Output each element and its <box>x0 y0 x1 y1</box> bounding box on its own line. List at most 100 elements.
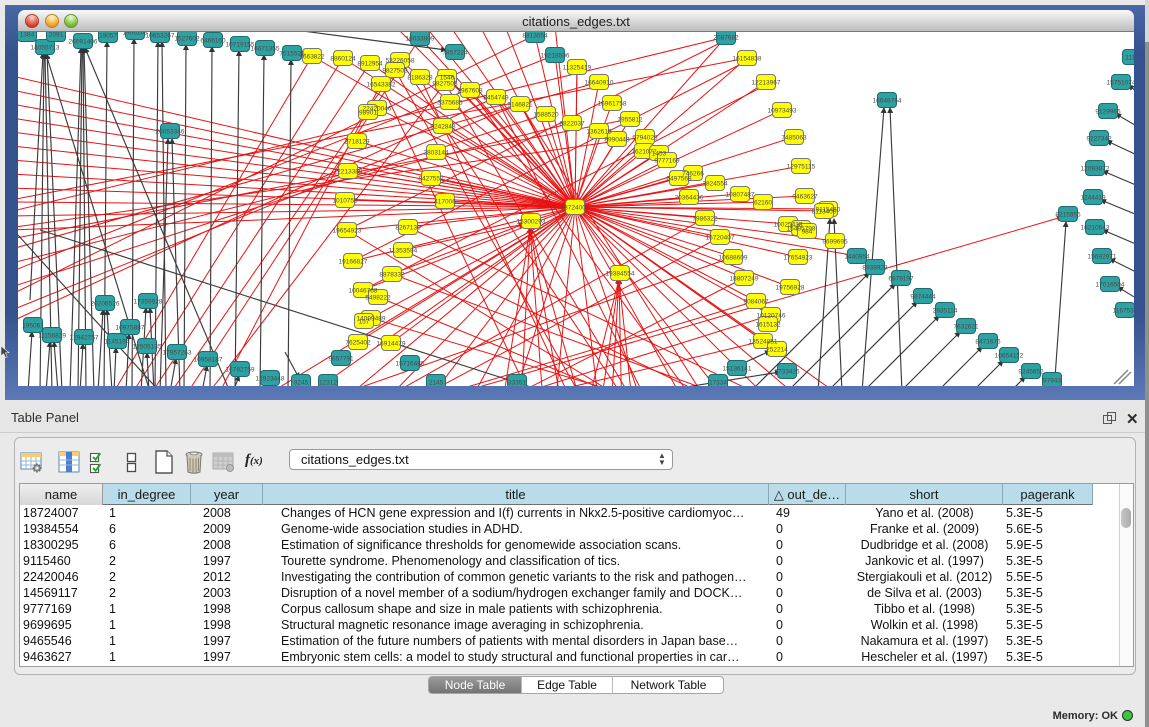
svg-text:10654112: 10654112 <box>995 353 1024 360</box>
svg-text:1733426: 1733426 <box>774 369 800 376</box>
svg-text:11353594: 11353594 <box>389 248 418 255</box>
svg-text:1453: 1453 <box>652 151 667 158</box>
svg-text:20364436: 20364436 <box>675 195 704 202</box>
svg-text:10807487: 10807487 <box>726 192 755 199</box>
svg-text:1010755: 1010755 <box>332 198 358 205</box>
svg-text:10688609: 10688609 <box>719 255 748 262</box>
svg-text:12505135: 12505135 <box>133 344 162 351</box>
svg-text:8990448: 8990448 <box>604 137 630 144</box>
svg-text:19384554: 19384554 <box>606 271 635 278</box>
svg-text:16210643: 16210643 <box>1081 225 1110 232</box>
svg-text:8267130: 8267130 <box>395 225 421 232</box>
svg-text:14055713: 14055713 <box>31 45 60 52</box>
svg-text:417006: 417006 <box>434 199 456 206</box>
svg-text:8454749: 8454749 <box>483 95 509 102</box>
svg-text:8912954: 8912954 <box>357 61 383 68</box>
svg-text:2091: 2091 <box>49 32 64 39</box>
svg-text:3824554: 3824554 <box>702 181 728 188</box>
svg-text:8822037: 8822037 <box>559 121 585 128</box>
svg-text:1117: 1117 <box>1125 55 1134 62</box>
svg-text:17334: 17334 <box>709 380 727 387</box>
svg-text:17016504: 17016504 <box>1096 282 1125 289</box>
svg-text:9245: 9245 <box>294 380 309 387</box>
svg-text:9657791: 9657791 <box>328 356 354 363</box>
svg-text:5498222: 5498222 <box>365 295 391 302</box>
svg-text:3375685: 3375685 <box>437 100 463 107</box>
svg-text:984: 984 <box>802 229 813 236</box>
svg-text:9827503: 9827503 <box>382 68 408 75</box>
svg-text:9827506: 9827506 <box>432 81 458 88</box>
svg-text:8186328: 8186328 <box>407 75 433 82</box>
svg-text:10653267: 10653267 <box>146 33 175 40</box>
svg-text:19756928: 19756928 <box>776 285 805 292</box>
svg-text:6497568: 6497568 <box>666 176 692 183</box>
svg-text:98901: 98901 <box>359 110 377 117</box>
svg-text:8938923: 8938923 <box>862 265 888 272</box>
svg-text:20091406: 20091406 <box>69 39 98 46</box>
svg-text:10973493: 10973493 <box>768 108 797 115</box>
svg-text:1167533: 1167533 <box>1113 308 1134 315</box>
svg-text:20206526: 20206526 <box>91 301 120 308</box>
svg-text:11156829: 11156829 <box>38 333 66 340</box>
svg-text:2718129: 2718129 <box>344 139 370 146</box>
svg-text:1440954: 1440954 <box>844 254 870 261</box>
svg-text:13524851: 13524851 <box>749 339 778 346</box>
svg-text:8471676: 8471676 <box>975 339 1001 346</box>
svg-text:1362615: 1362615 <box>586 129 612 136</box>
svg-text:6794028: 6794028 <box>632 135 658 142</box>
svg-text:20053346: 20053346 <box>156 129 185 136</box>
svg-text:16782759: 16782759 <box>226 367 255 374</box>
svg-text:8813054: 8813054 <box>522 33 548 40</box>
svg-text:195061: 195061 <box>22 323 44 330</box>
svg-text:6466160: 6466160 <box>200 38 226 45</box>
svg-text:97943: 97943 <box>1043 378 1061 385</box>
svg-text:12213389: 12213389 <box>334 169 363 176</box>
svg-text:6879197: 6879197 <box>888 276 914 283</box>
svg-text:12942757: 12942757 <box>70 335 99 342</box>
svg-text:1384: 1384 <box>20 32 35 39</box>
svg-text:19218506: 19218506 <box>541 53 570 60</box>
svg-text:10975887: 10975887 <box>116 325 145 332</box>
svg-text:12213967: 12213967 <box>752 80 781 87</box>
svg-text:9227342: 9227342 <box>1086 136 1112 143</box>
svg-text:12975115: 12975115 <box>787 164 816 171</box>
svg-text:8215955: 8215955 <box>1055 212 1081 219</box>
svg-text:16154838: 16154838 <box>733 56 762 63</box>
svg-text:1145194: 1145194 <box>105 339 130 346</box>
svg-text:7857224: 7857224 <box>442 50 468 57</box>
svg-text:19654923: 19654923 <box>333 228 362 235</box>
svg-text:9129966: 9129966 <box>1095 109 1121 116</box>
svg-text:15720407: 15720407 <box>706 235 735 242</box>
svg-text:8860124: 8860124 <box>330 56 356 63</box>
svg-text:16033809: 16033809 <box>406 36 435 43</box>
svg-text:2803144: 2803144 <box>423 150 449 157</box>
svg-text:10120746: 10120746 <box>757 313 786 320</box>
svg-text:7663822: 7663822 <box>299 54 325 61</box>
svg-text:15751074: 15751074 <box>1107 80 1134 87</box>
svg-text:7625402: 7625402 <box>345 340 371 347</box>
svg-text:16640910: 16640910 <box>585 80 614 87</box>
svg-text:15692971: 15692971 <box>1088 254 1117 261</box>
svg-text:7955812: 7955812 <box>617 117 643 124</box>
svg-text:1615132: 1615132 <box>755 322 781 329</box>
svg-text:9777169: 9777169 <box>654 158 680 165</box>
svg-text:2087682: 2087682 <box>713 35 739 42</box>
svg-text:33351: 33351 <box>508 380 526 387</box>
svg-text:11325419: 11325419 <box>563 65 592 72</box>
svg-text:15136141: 15136141 <box>723 366 752 373</box>
svg-text:12093872: 12093872 <box>1081 166 1110 173</box>
svg-text:9474444: 9474444 <box>910 294 936 301</box>
svg-text:157: 157 <box>359 319 370 326</box>
svg-text:7632621: 7632621 <box>953 324 979 331</box>
svg-text:8878332: 8878332 <box>379 272 405 279</box>
svg-text:252214: 252214 <box>766 347 788 354</box>
svg-text:9242848: 9242848 <box>430 124 456 131</box>
svg-text:17654923: 17654923 <box>784 255 813 262</box>
svg-text:2967608: 2967608 <box>457 88 483 95</box>
svg-text:19166827: 19166827 <box>339 259 368 266</box>
svg-text:10046768: 10046768 <box>349 288 378 295</box>
svg-text:10958187: 10958187 <box>194 357 223 364</box>
svg-text:12923448: 12923448 <box>256 376 285 383</box>
svg-text:16671355: 16671355 <box>251 46 280 53</box>
svg-text:1527602: 1527602 <box>174 36 200 43</box>
